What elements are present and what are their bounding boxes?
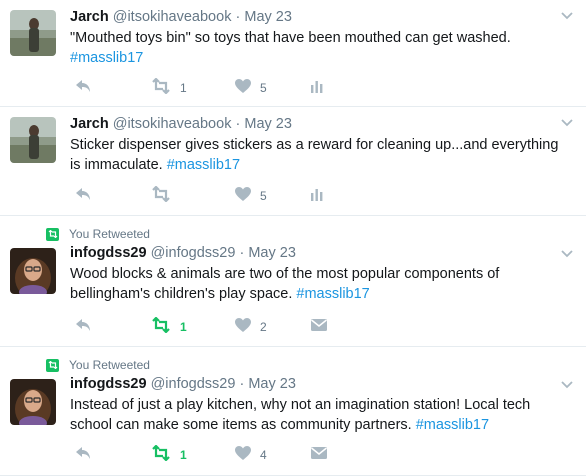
timestamp[interactable]: May 23 [244, 9, 292, 25]
tweet-header: infogdss29 @infogdss29 · May 23 [70, 374, 568, 394]
more-options-chevron-icon[interactable] [560, 246, 574, 260]
retweet-count: 1 [180, 448, 187, 462]
display-name[interactable]: Jarch [70, 9, 109, 25]
tweet-text-body: Wood blocks & animals are two of the mos… [70, 266, 500, 302]
tweet-header: infogdss29 @infogdss29 · May 23 [70, 243, 568, 263]
hashtag-link[interactable]: #masslib17 [296, 286, 369, 302]
timestamp[interactable]: May 23 [244, 116, 292, 132]
username[interactable]: @infogdss29 [151, 245, 236, 261]
retweeted-label: You Retweeted [69, 358, 150, 372]
retweet-button[interactable]: 1 [150, 76, 187, 99]
tweet-text-body: Sticker dispenser gives stickers as a re… [70, 137, 559, 173]
reply-icon [74, 445, 92, 466]
retweet-icon [150, 184, 172, 207]
retweet-icon [150, 315, 172, 338]
display-name[interactable]: infogdss29 [70, 376, 147, 392]
analytics-icon [310, 79, 324, 98]
tweet-header: Jarch @itsokihaveabook · May 23 [70, 114, 568, 134]
tweet-text: Wood blocks & animals are two of the mos… [70, 264, 568, 304]
like-button[interactable]: 5 [234, 78, 267, 99]
retweeted-icon [46, 358, 59, 372]
like-count: 4 [260, 448, 267, 462]
hashtag-link[interactable]: #masslib17 [416, 417, 489, 433]
username[interactable]: @itsokihaveabook [113, 116, 232, 132]
analytics-icon [310, 187, 324, 206]
tweet-content: infogdss29 @infogdss29 · May 23 Wood blo… [70, 243, 568, 304]
tweet-text: Instead of just a play kitchen, why not … [70, 395, 568, 435]
avatar[interactable] [10, 10, 56, 56]
reply-icon [74, 78, 92, 99]
reply-button[interactable] [74, 446, 92, 464]
retweet-context: You Retweeted [46, 357, 150, 373]
separator: · [235, 9, 241, 25]
tweet[interactable]: Jarch @itsokihaveabook · May 23 Sticker … [0, 107, 586, 216]
tweet-header: Jarch @itsokihaveabook · May 23 [70, 7, 568, 27]
tweet-text-body: "Mouthed toys bin" so toys that have bee… [70, 30, 511, 46]
heart-icon [234, 78, 252, 99]
tweet[interactable]: You Retweeted infogdss29 @infogdss29 · M… [0, 216, 586, 347]
hashtag-link[interactable]: #masslib17 [70, 50, 143, 66]
avatar[interactable] [10, 379, 56, 425]
separator: · [239, 245, 245, 261]
like-button[interactable]: 2 [234, 317, 267, 338]
analytics-button[interactable] [310, 187, 324, 205]
retweet-button[interactable] [150, 184, 180, 207]
heart-icon [234, 317, 252, 338]
tweet-text: "Mouthed toys bin" so toys that have bee… [70, 28, 568, 68]
timestamp[interactable]: May 23 [248, 376, 296, 392]
hashtag-link[interactable]: #masslib17 [167, 157, 240, 173]
tweet-text: Sticker dispenser gives stickers as a re… [70, 135, 568, 175]
heart-icon [234, 445, 252, 466]
username[interactable]: @itsokihaveabook [113, 9, 232, 25]
retweet-button[interactable]: 1 [150, 443, 187, 466]
tweet[interactable]: Jarch @itsokihaveabook · May 23 "Mouthed… [0, 0, 586, 107]
like-button[interactable]: 4 [234, 445, 267, 466]
tweet-content: Jarch @itsokihaveabook · May 23 Sticker … [70, 114, 568, 175]
avatar[interactable] [10, 117, 56, 163]
retweet-icon [150, 443, 172, 466]
separator: · [235, 116, 241, 132]
more-options-chevron-icon[interactable] [560, 115, 574, 129]
reply-icon [74, 186, 92, 207]
like-button[interactable]: 5 [234, 186, 267, 207]
reply-icon [74, 317, 92, 338]
timestamp[interactable]: May 23 [248, 245, 296, 261]
retweet-count: 1 [180, 81, 187, 95]
direct-message-icon [310, 318, 328, 337]
separator: · [239, 376, 245, 392]
direct-message-button[interactable] [310, 446, 328, 464]
tweet[interactable]: You Retweeted infogdss29 @infogdss29 · M… [0, 347, 586, 476]
username[interactable]: @infogdss29 [151, 376, 236, 392]
heart-icon [234, 186, 252, 207]
like-count: 2 [260, 320, 267, 334]
more-options-chevron-icon[interactable] [560, 377, 574, 391]
analytics-button[interactable] [310, 79, 324, 97]
avatar[interactable] [10, 248, 56, 294]
reply-button[interactable] [74, 187, 92, 205]
retweet-context: You Retweeted [46, 226, 150, 242]
direct-message-button[interactable] [310, 318, 328, 336]
tweet-timeline: Jarch @itsokihaveabook · May 23 "Mouthed… [0, 0, 586, 476]
retweet-icon [150, 76, 172, 99]
like-count: 5 [260, 81, 267, 95]
direct-message-icon [310, 446, 328, 465]
tweet-content: Jarch @itsokihaveabook · May 23 "Mouthed… [70, 7, 568, 68]
more-options-chevron-icon[interactable] [560, 8, 574, 22]
retweeted-icon [46, 227, 59, 241]
reply-button[interactable] [74, 79, 92, 97]
display-name[interactable]: infogdss29 [70, 245, 147, 261]
tweet-content: infogdss29 @infogdss29 · May 23 Instead … [70, 374, 568, 435]
retweeted-label: You Retweeted [69, 227, 150, 241]
retweet-button[interactable]: 1 [150, 315, 187, 338]
display-name[interactable]: Jarch [70, 116, 109, 132]
retweet-count: 1 [180, 320, 187, 334]
reply-button[interactable] [74, 318, 92, 336]
like-count: 5 [260, 189, 267, 203]
